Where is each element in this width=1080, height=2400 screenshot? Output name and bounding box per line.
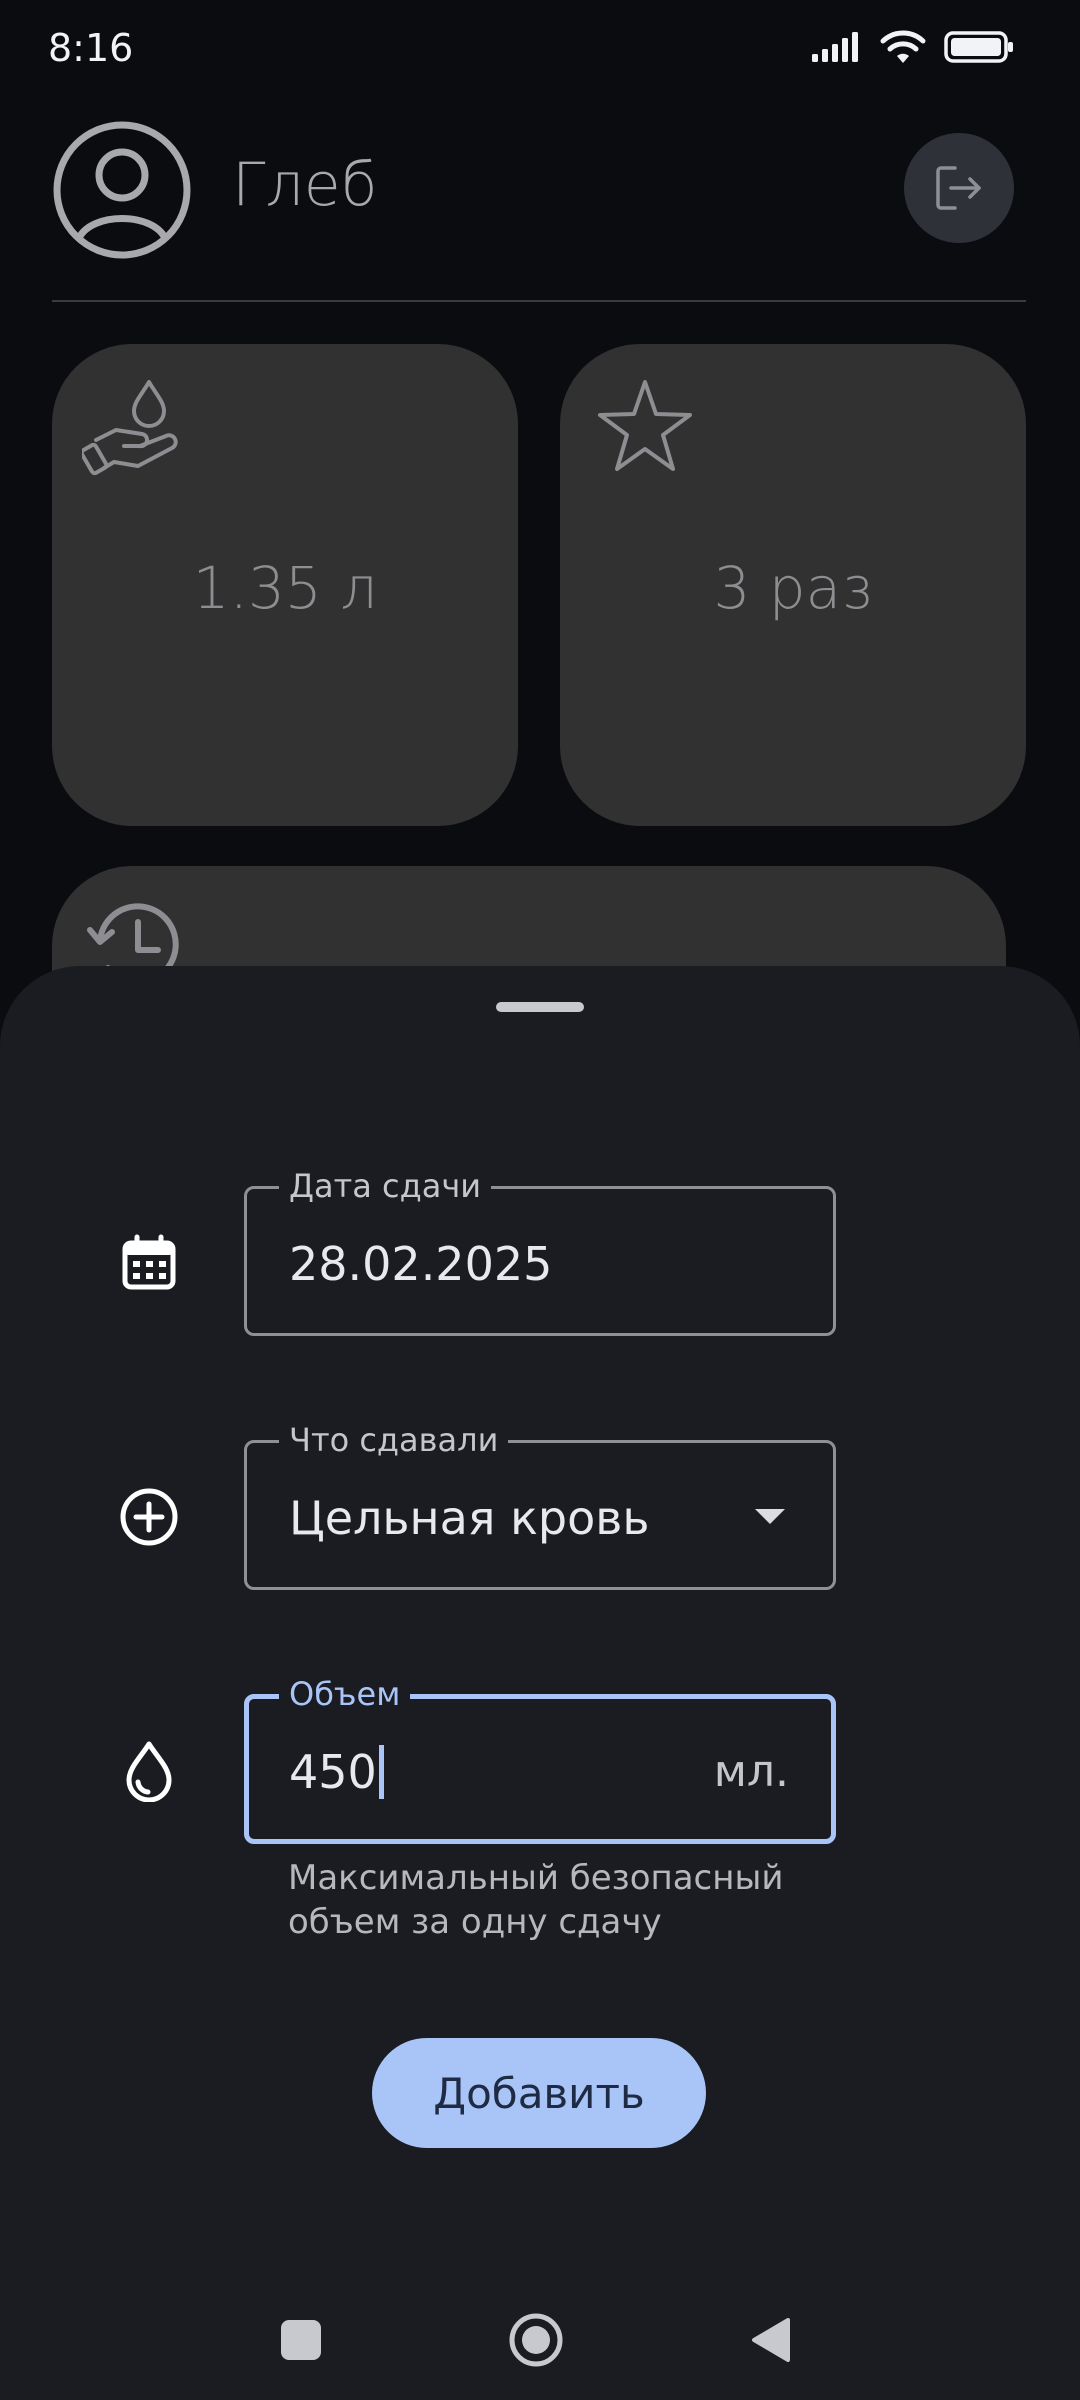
donation-date-label: Дата сдачи	[279, 1164, 492, 1208]
system-nav-bar	[0, 2270, 1080, 2400]
home-icon	[509, 2313, 563, 2367]
donation-type-label: Что сдавали	[279, 1418, 509, 1462]
donation-volume-label: Объем	[279, 1672, 411, 1716]
donation-type-value: Цельная кровь	[289, 1491, 650, 1545]
recents-icon	[281, 2320, 321, 2360]
donation-type-select[interactable]: Что сдавали Цельная кровь	[244, 1418, 836, 1590]
back-button[interactable]	[740, 2310, 800, 2370]
drag-handle[interactable]	[496, 1002, 584, 1012]
volume-stat-card[interactable]: 1.35 л	[52, 344, 518, 826]
donation-volume-value: 450	[289, 1745, 377, 1799]
status-bar: 8:16	[0, 0, 1080, 110]
home-button[interactable]	[506, 2310, 566, 2370]
status-time: 8:16	[48, 26, 134, 70]
account-circle-icon[interactable]	[52, 120, 192, 260]
calendar-icon	[112, 1226, 186, 1300]
header-divider	[52, 300, 1026, 302]
add-button[interactable]: Добавить	[372, 2038, 706, 2148]
battery-icon	[944, 31, 1013, 63]
volume-unit-suffix: мл.	[713, 1746, 789, 1797]
wifi-icon	[880, 30, 926, 63]
text-caret	[378, 1745, 384, 1799]
add-donation-sheet: Дата сдачи 28.02.2025 Что сдавали Цельна…	[0, 966, 1080, 2400]
count-stat-value: 3 раз	[713, 554, 873, 622]
add-circle-icon	[112, 1480, 186, 1554]
user-name: Глеб	[232, 150, 378, 220]
signal-icon	[812, 32, 858, 62]
volume-supporting-text: Максимальный безопасный объем за одну сд…	[288, 1858, 784, 1942]
star-icon	[590, 374, 700, 488]
dropdown-arrow-icon[interactable]	[755, 1509, 785, 1524]
drop-icon	[112, 1734, 186, 1808]
donation-volume-input[interactable]: 450	[289, 1745, 384, 1799]
status-icons	[812, 30, 1014, 64]
hand-drop-icon	[79, 374, 192, 488]
donation-volume-field[interactable]: Объем 450 мл.	[244, 1672, 836, 1844]
back-icon	[752, 2318, 790, 2362]
recents-button[interactable]	[271, 2310, 331, 2370]
logout-icon	[936, 166, 981, 210]
logout-button[interactable]	[904, 133, 1014, 243]
count-stat-card[interactable]: 3 раз	[560, 344, 1026, 826]
donation-date-value: 28.02.2025	[289, 1237, 553, 1291]
donation-date-field[interactable]: Дата сдачи 28.02.2025	[244, 1164, 836, 1336]
volume-stat-value: 1.35 л	[192, 554, 378, 622]
